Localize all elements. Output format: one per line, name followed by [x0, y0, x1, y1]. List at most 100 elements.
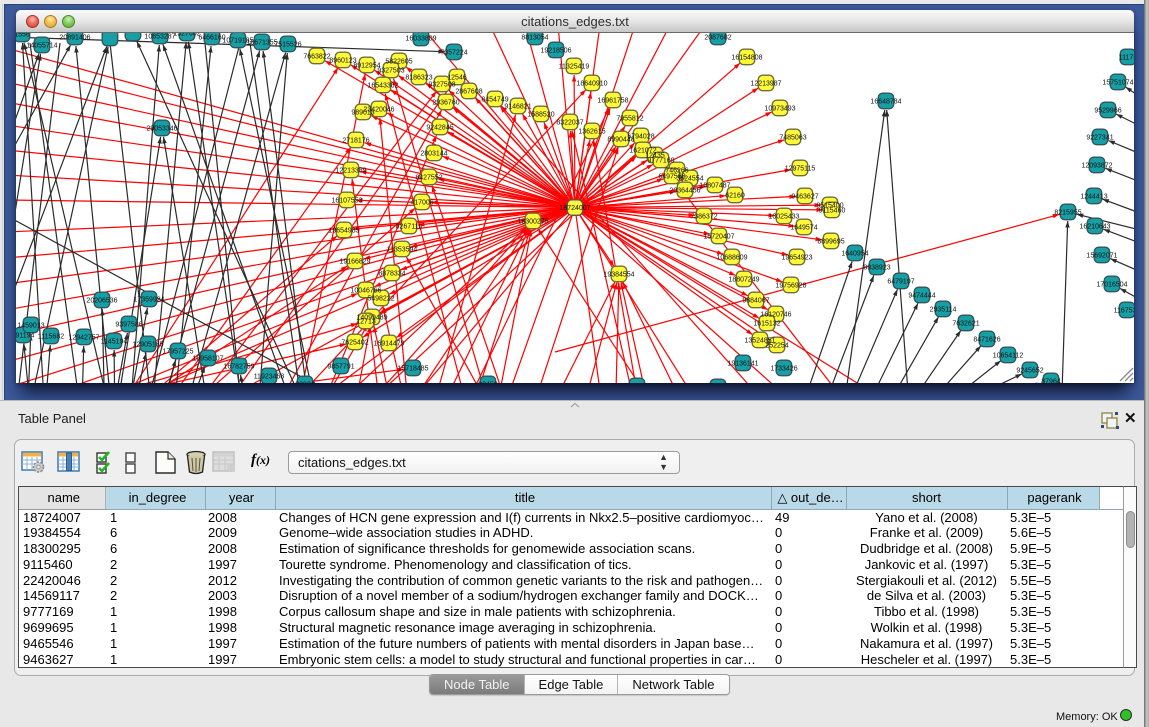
svg-text:12942757: 12942757 — [68, 335, 99, 342]
svg-text:7515526: 7515526 — [274, 42, 301, 49]
svg-text:9463627: 9463627 — [791, 194, 818, 201]
svg-text:19218506: 19218506 — [540, 48, 571, 55]
svg-text:2935114: 2935114 — [930, 307, 957, 314]
svg-text:16782759: 16782759 — [223, 364, 254, 371]
svg-text:8427552: 8427552 — [415, 175, 442, 182]
svg-text:15692071: 15692071 — [1086, 253, 1117, 260]
svg-text:20891406: 20891406 — [59, 35, 90, 42]
svg-text:9146821: 9146821 — [504, 104, 531, 111]
svg-text:1115682: 1115682 — [38, 334, 64, 341]
svg-text:7386372: 7386372 — [690, 214, 717, 221]
svg-text:19166829: 19166829 — [339, 259, 370, 266]
svg-text:17016504: 17016504 — [1096, 282, 1127, 289]
svg-text:1167533: 1167533 — [1114, 308, 1134, 315]
svg-text:1588520: 1588520 — [527, 112, 554, 119]
svg-text:2867608: 2867608 — [455, 89, 482, 96]
svg-text:10807487: 10807487 — [699, 183, 730, 190]
svg-text:8878334: 8878334 — [378, 271, 405, 278]
svg-text:62160: 62160 — [725, 193, 745, 200]
svg-text:14055714: 14055714 — [26, 43, 57, 50]
svg-text:8938923: 8938923 — [863, 265, 890, 272]
svg-text:11353594: 11353594 — [387, 247, 418, 254]
svg-text:16914479: 16914479 — [373, 341, 404, 348]
svg-text:9245652: 9245652 — [1016, 368, 1043, 375]
svg-text:16543362: 16543362 — [367, 83, 398, 90]
svg-text:16120746: 16120746 — [760, 312, 791, 319]
svg-text:1649574: 1649574 — [790, 225, 817, 232]
svg-text:10973493: 10973493 — [764, 106, 795, 113]
svg-text:12546: 12546 — [447, 75, 467, 82]
svg-text:3624554: 3624554 — [676, 176, 703, 183]
svg-text:10654112: 10654112 — [993, 353, 1024, 360]
svg-text:12093872: 12093872 — [1081, 163, 1112, 170]
svg-text:19384554: 19384554 — [603, 272, 634, 279]
svg-text:16961758: 16961758 — [597, 98, 628, 105]
svg-text:19136141: 19136141 — [727, 361, 758, 368]
svg-text:18640910: 18640910 — [576, 81, 607, 88]
svg-text:9474444: 9474444 — [908, 293, 935, 300]
svg-text:12713: 12713 — [356, 319, 376, 326]
svg-text:8267110: 8267110 — [396, 224, 423, 231]
svg-text:11325419: 11325419 — [559, 64, 590, 71]
svg-text:17359924: 17359924 — [133, 297, 164, 304]
svg-text:87964: 87964 — [1041, 379, 1061, 383]
svg-text:92450: 92450 — [478, 382, 498, 383]
svg-text:2936760: 2936760 — [432, 100, 459, 107]
svg-text:6794028: 6794028 — [627, 134, 654, 141]
svg-text:8899695: 8899695 — [817, 239, 844, 246]
svg-text:16210643: 16210643 — [1079, 224, 1110, 231]
svg-text:9227341: 9227341 — [1086, 135, 1113, 142]
svg-text:12213987: 12213987 — [750, 81, 781, 88]
svg-text:1145194: 1145194 — [101, 339, 128, 346]
svg-text:2087682: 2087682 — [704, 35, 731, 42]
svg-text:1733426: 1733426 — [770, 366, 797, 373]
svg-text:9884067: 9884067 — [742, 298, 769, 305]
svg-text:7357224: 7357224 — [440, 50, 467, 57]
svg-text:989013: 989013 — [351, 110, 374, 117]
svg-text:7625402: 7625402 — [341, 340, 368, 347]
svg-text:8322037: 8322037 — [556, 120, 583, 127]
svg-text:15751074: 15751074 — [1102, 80, 1133, 87]
svg-text:7663822: 7663822 — [303, 54, 330, 61]
svg-text:9242845: 9242845 — [426, 125, 453, 132]
svg-text:17957225: 17957225 — [162, 349, 193, 356]
svg-text:15720407: 15720407 — [703, 234, 734, 241]
svg-text:12975115: 12975115 — [785, 166, 816, 173]
svg-text:6479197: 6479197 — [887, 279, 914, 286]
svg-text:2803144: 2803144 — [420, 151, 447, 158]
svg-text:10958107: 10958107 — [192, 356, 223, 363]
svg-text:20206536: 20206536 — [86, 298, 117, 305]
svg-text:18300275: 18300275 — [517, 219, 548, 226]
svg-text:1615132: 1615132 — [753, 321, 780, 328]
svg-text:5498222: 5498222 — [367, 296, 394, 303]
svg-text:16671355: 16671355 — [246, 40, 277, 47]
svg-text:12213389: 12213389 — [335, 168, 366, 175]
svg-text:10653287: 10653287 — [144, 34, 175, 41]
svg-text:29053346: 29053346 — [146, 126, 177, 133]
svg-text:8215955: 8215955 — [1054, 210, 1081, 217]
svg-text:15718485: 15718485 — [397, 366, 428, 373]
svg-text:8813054: 8813054 — [521, 35, 548, 42]
svg-text:391194: 391194 — [16, 333, 35, 340]
svg-text:7632621: 7632621 — [952, 321, 979, 328]
svg-text:9115460: 9115460 — [819, 208, 846, 215]
svg-text:10025433: 10025433 — [768, 214, 799, 221]
svg-text:5822605: 5822605 — [385, 59, 412, 66]
svg-text:12905185: 12905185 — [132, 342, 163, 349]
svg-text:11923468: 11923468 — [254, 374, 285, 381]
svg-text:83921: 83921 — [295, 382, 315, 383]
svg-text:16033809: 16033809 — [405, 36, 436, 43]
svg-text:8471626: 8471626 — [973, 337, 1000, 344]
svg-text:9529966: 9529966 — [1094, 108, 1121, 115]
svg-text:9777169: 9777169 — [647, 158, 674, 165]
svg-text:16648784: 16648784 — [870, 99, 901, 106]
svg-text:9327508: 9327508 — [428, 82, 455, 89]
svg-text:19654923: 19654923 — [781, 255, 812, 262]
svg-text:1362615: 1362615 — [578, 129, 605, 136]
svg-text:9327503: 9327503 — [377, 68, 404, 75]
svg-text:11175: 11175 — [1119, 55, 1134, 62]
svg-text:2718176: 2718176 — [342, 138, 369, 145]
svg-text:1244413: 1244413 — [1080, 194, 1107, 201]
svg-text:20364456: 20364456 — [669, 188, 700, 195]
svg-text:1640954: 1640954 — [841, 251, 868, 258]
